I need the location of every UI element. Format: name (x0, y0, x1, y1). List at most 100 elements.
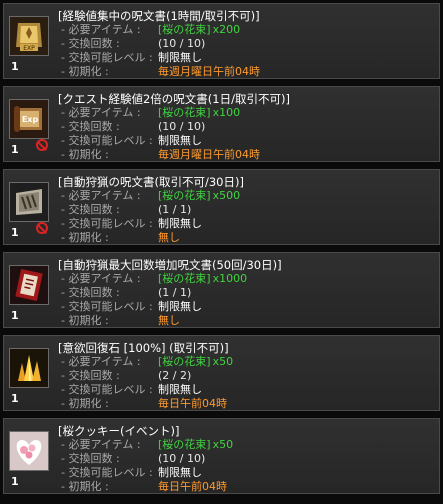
required-item-qty: x1000 (212, 272, 248, 285)
reset-label: - 初期化 : (61, 148, 109, 161)
exchange-count-value: (10 / 10) (158, 37, 206, 50)
exchange-entry[interactable]: 1 [自動狩猟の呪文書(取引不可/30日)] - 必要アイテム : [桜の花束]… (3, 169, 440, 245)
reset-row: - 初期化 : 無し (61, 231, 180, 245)
reset-value: 無し (158, 231, 180, 244)
exp-scroll-gold-icon[interactable]: EXP (9, 16, 49, 56)
exchange-count-label: - 交換回数 : (61, 369, 120, 382)
item-title: [自動狩猟最大回数増加呪文書(50回/30日)] (58, 258, 282, 272)
required-item-label: - 必要アイテム : (61, 189, 141, 202)
exchange-entry[interactable]: 1 [自動狩猟最大回数増加呪文書(50回/30日)] - 必要アイテム : [桜… (3, 252, 440, 328)
reset-label: - 初期化 : (61, 480, 109, 493)
item-title: [クエスト経験値2倍の呪文書(1日/取引不可)] (58, 92, 290, 106)
required-item-row: - 必要アイテム : [桜の花束] x1000 (61, 272, 247, 286)
reset-row: - 初期化 : 毎週月曜日午前04時 (61, 65, 260, 79)
required-item-qty: x100 (212, 106, 241, 119)
exchange-count-row: - 交換回数 : (10 / 10) (61, 37, 205, 51)
exchange-count-label: - 交換回数 : (61, 120, 120, 133)
item-title: [経験値集中の呪文書(1時間/取引不可)] (58, 9, 260, 23)
level-row: - 交換可能レベル : 制限無し (61, 51, 202, 65)
item-count: 1 (11, 475, 19, 488)
required-item-name: [桜の花束] (158, 189, 211, 202)
required-item-qty: x500 (212, 189, 241, 202)
level-value: 制限無し (158, 134, 202, 147)
required-item-row: - 必要アイテム : [桜の花束] x50 (61, 438, 233, 452)
exchange-count-row: - 交換回数 : (10 / 10) (61, 120, 205, 134)
item-count: 1 (11, 392, 19, 405)
svg-text:Exp: Exp (22, 115, 39, 124)
reset-value: 無し (158, 314, 180, 327)
exchange-count-label: - 交換回数 : (61, 286, 120, 299)
exchange-entry[interactable]: 1 [桜クッキー(イベント)] - 必要アイテム : [桜の花束] x50 - 交… (3, 418, 440, 494)
reset-row: - 初期化 : 毎日午前04時 (61, 397, 227, 411)
item-count: 1 (11, 309, 19, 322)
exchange-entry[interactable]: 1 [意欲回復石 [100%] (取引不可)] - 必要アイテム : [桜の花束… (3, 335, 440, 411)
item-title: [意欲回復石 [100%] (取引不可)] (58, 341, 229, 355)
required-item-label: - 必要アイテム : (61, 106, 141, 119)
level-row: - 交換可能レベル : 制限無し (61, 134, 202, 148)
level-row: - 交換可能レベル : 制限無し (61, 466, 202, 480)
required-item-row: - 必要アイテム : [桜の花束] x100 (61, 106, 240, 120)
required-item-label: - 必要アイテム : (61, 23, 141, 36)
reset-value: 毎週月曜日午前04時 (158, 65, 260, 78)
reset-label: - 初期化 : (61, 231, 109, 244)
level-label: - 交換可能レベル : (61, 217, 153, 230)
level-value: 制限無し (158, 217, 202, 230)
level-label: - 交換可能レベル : (61, 300, 153, 313)
exchange-count-value: (10 / 10) (158, 120, 206, 133)
required-item-label: - 必要アイテム : (61, 438, 141, 451)
reset-value: 毎日午前04時 (158, 480, 227, 493)
exchange-count-row: - 交換回数 : (10 / 10) (61, 452, 205, 466)
reset-label: - 初期化 : (61, 65, 109, 78)
reset-row: - 初期化 : 毎日午前04時 (61, 480, 227, 494)
exchange-count-label: - 交換回数 : (61, 203, 120, 216)
exchange-count-row: - 交換回数 : (2 / 2) (61, 369, 191, 383)
exchange-count-row: - 交換回数 : (1 / 1) (61, 203, 191, 217)
required-item-row: - 必要アイテム : [桜の花束] x50 (61, 355, 233, 369)
untradeable-icon (36, 222, 48, 234)
required-item-row: - 必要アイテム : [桜の花束] x500 (61, 189, 240, 203)
level-value: 制限無し (158, 300, 202, 313)
reset-value: 毎日午前04時 (158, 397, 227, 410)
required-item-label: - 必要アイテム : (61, 272, 141, 285)
gold-crystal-icon[interactable] (9, 348, 49, 388)
level-row: - 交換可能レベル : 制限無し (61, 383, 202, 397)
level-value: 制限無し (158, 466, 202, 479)
reset-row: - 初期化 : 毎週月曜日午前04時 (61, 148, 260, 162)
exchange-count-value: (1 / 1) (158, 286, 192, 299)
required-item-qty: x50 (212, 438, 234, 451)
exchange-entry[interactable]: EXP 1 [経験値集中の呪文書(1時間/取引不可)] - 必要アイテム : [… (3, 3, 440, 79)
item-title: [自動狩猟の呪文書(取引不可/30日)] (58, 175, 244, 189)
exchange-count-label: - 交換回数 : (61, 452, 120, 465)
exchange-item-list: EXP 1 [経験値集中の呪文書(1時間/取引不可)] - 必要アイテム : [… (0, 0, 443, 504)
level-row: - 交換可能レベル : 制限無し (61, 217, 202, 231)
level-row: - 交換可能レベル : 制限無し (61, 300, 202, 314)
level-label: - 交換可能レベル : (61, 134, 153, 147)
item-count: 1 (11, 143, 19, 156)
item-title: [桜クッキー(イベント)] (58, 424, 180, 438)
reset-label: - 初期化 : (61, 397, 109, 410)
required-item-label: - 必要アイテム : (61, 355, 141, 368)
exchange-count-value: (10 / 10) (158, 452, 206, 465)
required-item-qty: x200 (212, 23, 241, 36)
exp-scroll-red-icon[interactable]: Exp (9, 99, 49, 139)
exchange-count-value: (2 / 2) (158, 369, 192, 382)
reset-value: 毎週月曜日午前04時 (158, 148, 260, 161)
auto-hunt-max-scroll-icon[interactable] (9, 265, 49, 305)
exchange-entry[interactable]: Exp 1 [クエスト経験値2倍の呪文書(1日/取引不可)] - 必要アイテム … (3, 86, 440, 162)
exchange-count-label: - 交換回数 : (61, 37, 120, 50)
level-label: - 交換可能レベル : (61, 51, 153, 64)
level-value: 制限無し (158, 51, 202, 64)
auto-hunt-scroll-icon[interactable] (9, 182, 49, 222)
sakura-cookie-icon[interactable] (9, 431, 49, 471)
reset-row: - 初期化 : 無し (61, 314, 180, 328)
required-item-name: [桜の花束] (158, 106, 211, 119)
exchange-count-value: (1 / 1) (158, 203, 192, 216)
exchange-count-row: - 交換回数 : (1 / 1) (61, 286, 191, 300)
level-label: - 交換可能レベル : (61, 466, 153, 479)
required-item-name: [桜の花束] (158, 438, 211, 451)
untradeable-icon (36, 139, 48, 151)
item-count: 1 (11, 226, 19, 239)
level-value: 制限無し (158, 383, 202, 396)
item-count: 1 (11, 60, 19, 73)
reset-label: - 初期化 : (61, 314, 109, 327)
